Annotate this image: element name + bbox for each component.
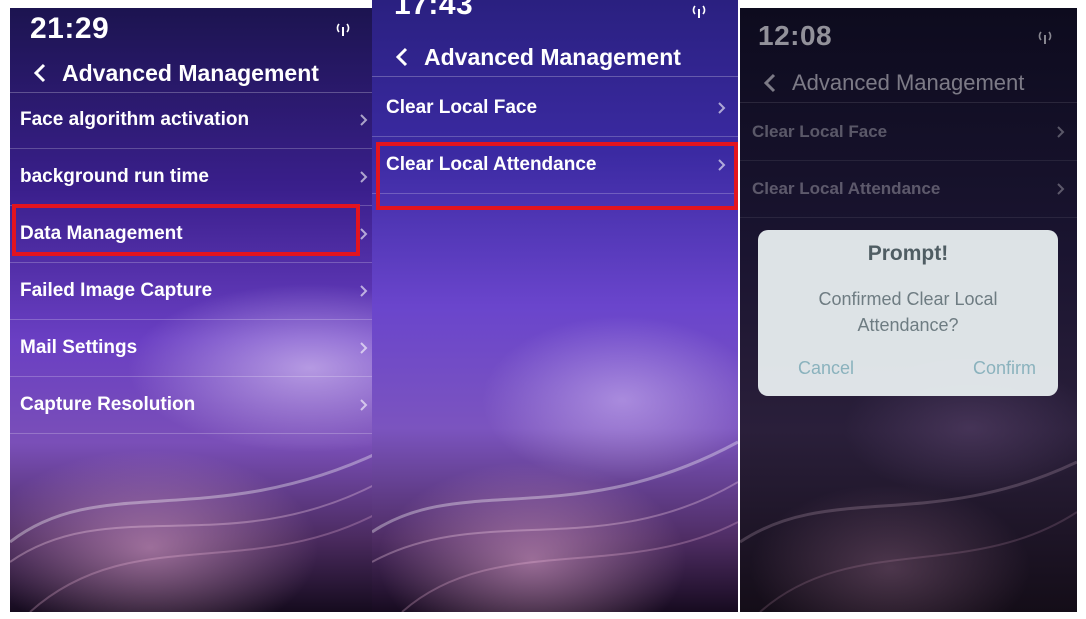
wifi-signal-icon [334,20,352,38]
dialog-message: Confirmed Clear Local Attendance? [818,289,998,335]
menu-item-label: background run time [20,166,209,187]
chevron-right-icon [718,159,726,171]
chevron-right-icon [360,342,368,354]
app-header: Advanced Management [10,54,380,93]
wifi-signal-icon [1036,28,1054,46]
status-time: 21:29 [30,12,110,45]
chevron-right-icon [360,285,368,297]
settings-menu: Face algorithm activation background run… [10,92,380,434]
menu-item-data-management[interactable]: Data Management [10,206,380,263]
app-header: Advanced Management [740,64,1077,103]
menu-item-label: Data Management [20,223,183,244]
chevron-right-icon [360,114,368,126]
screen-advanced-management-menu: 21:29 Advanced Management Face algorithm… [10,8,380,612]
chevron-right-icon [360,399,368,411]
menu-item-label: Failed Image Capture [20,280,213,301]
menu-item-label: Clear Local Face [386,97,538,118]
screen-data-management: 17:43 Advanced Management Clear Local Fa… [372,0,738,612]
status-time: 17:43 [394,0,474,21]
menu-item-label: Face algorithm activation [20,109,250,130]
menu-item-label: Mail Settings [20,337,138,358]
menu-item-label: Clear Local Face [752,122,888,141]
page-title: Advanced Management [62,59,319,86]
menu-item-clear-local-attendance[interactable]: Clear Local Attendance [740,161,1077,218]
confirm-dialog: Prompt! Confirmed Clear Local Attendance… [758,230,1058,396]
page-title: Advanced Management [792,70,1025,95]
menu-item-clear-local-face[interactable]: Clear Local Face [740,104,1077,161]
dialog-title: Prompt! [867,242,949,265]
chevron-right-icon [1057,126,1065,138]
menu-item-clear-local-face[interactable]: Clear Local Face [372,80,738,137]
confirm-button[interactable]: Confirm [973,358,1036,379]
chevron-right-icon [360,228,368,240]
menu-item-mail-settings[interactable]: Mail Settings [10,320,380,377]
menu-item-background-run-time[interactable]: background run time [10,149,380,206]
menu-item-clear-local-attendance[interactable]: Clear Local Attendance [372,137,738,194]
menu-item-capture-resolution[interactable]: Capture Resolution [10,377,380,434]
app-header: Advanced Management [372,38,738,77]
back-button[interactable] [28,61,52,85]
chevron-right-icon [718,102,726,114]
menu-item-failed-image-capture[interactable]: Failed Image Capture [10,263,380,320]
status-time: 12:08 [758,20,833,51]
chevron-left-icon [395,47,408,67]
settings-menu: Clear Local Face Clear Local Attendance [740,104,1077,218]
background-wave [372,440,738,612]
background-wave [740,460,1077,612]
settings-menu: Clear Local Face Clear Local Attendance [372,80,738,194]
page-title: Advanced Management [424,43,681,70]
background-wave [10,450,380,612]
back-button[interactable] [758,71,782,95]
chevron-right-icon [360,171,368,183]
screen-confirm-dialog: 12:08 Advanced Management Clear Local Fa… [740,8,1077,612]
chevron-left-icon [763,73,776,93]
menu-item-label: Capture Resolution [20,394,196,415]
cancel-button[interactable]: Cancel [798,358,854,379]
back-button[interactable] [390,45,414,69]
menu-item-label: Clear Local Attendance [386,154,597,175]
chevron-left-icon [33,63,46,83]
chevron-right-icon [1057,183,1065,195]
wifi-signal-icon [690,2,708,20]
menu-item-face-algorithm-activation[interactable]: Face algorithm activation [10,92,380,149]
menu-item-label: Clear Local Attendance [752,179,941,198]
